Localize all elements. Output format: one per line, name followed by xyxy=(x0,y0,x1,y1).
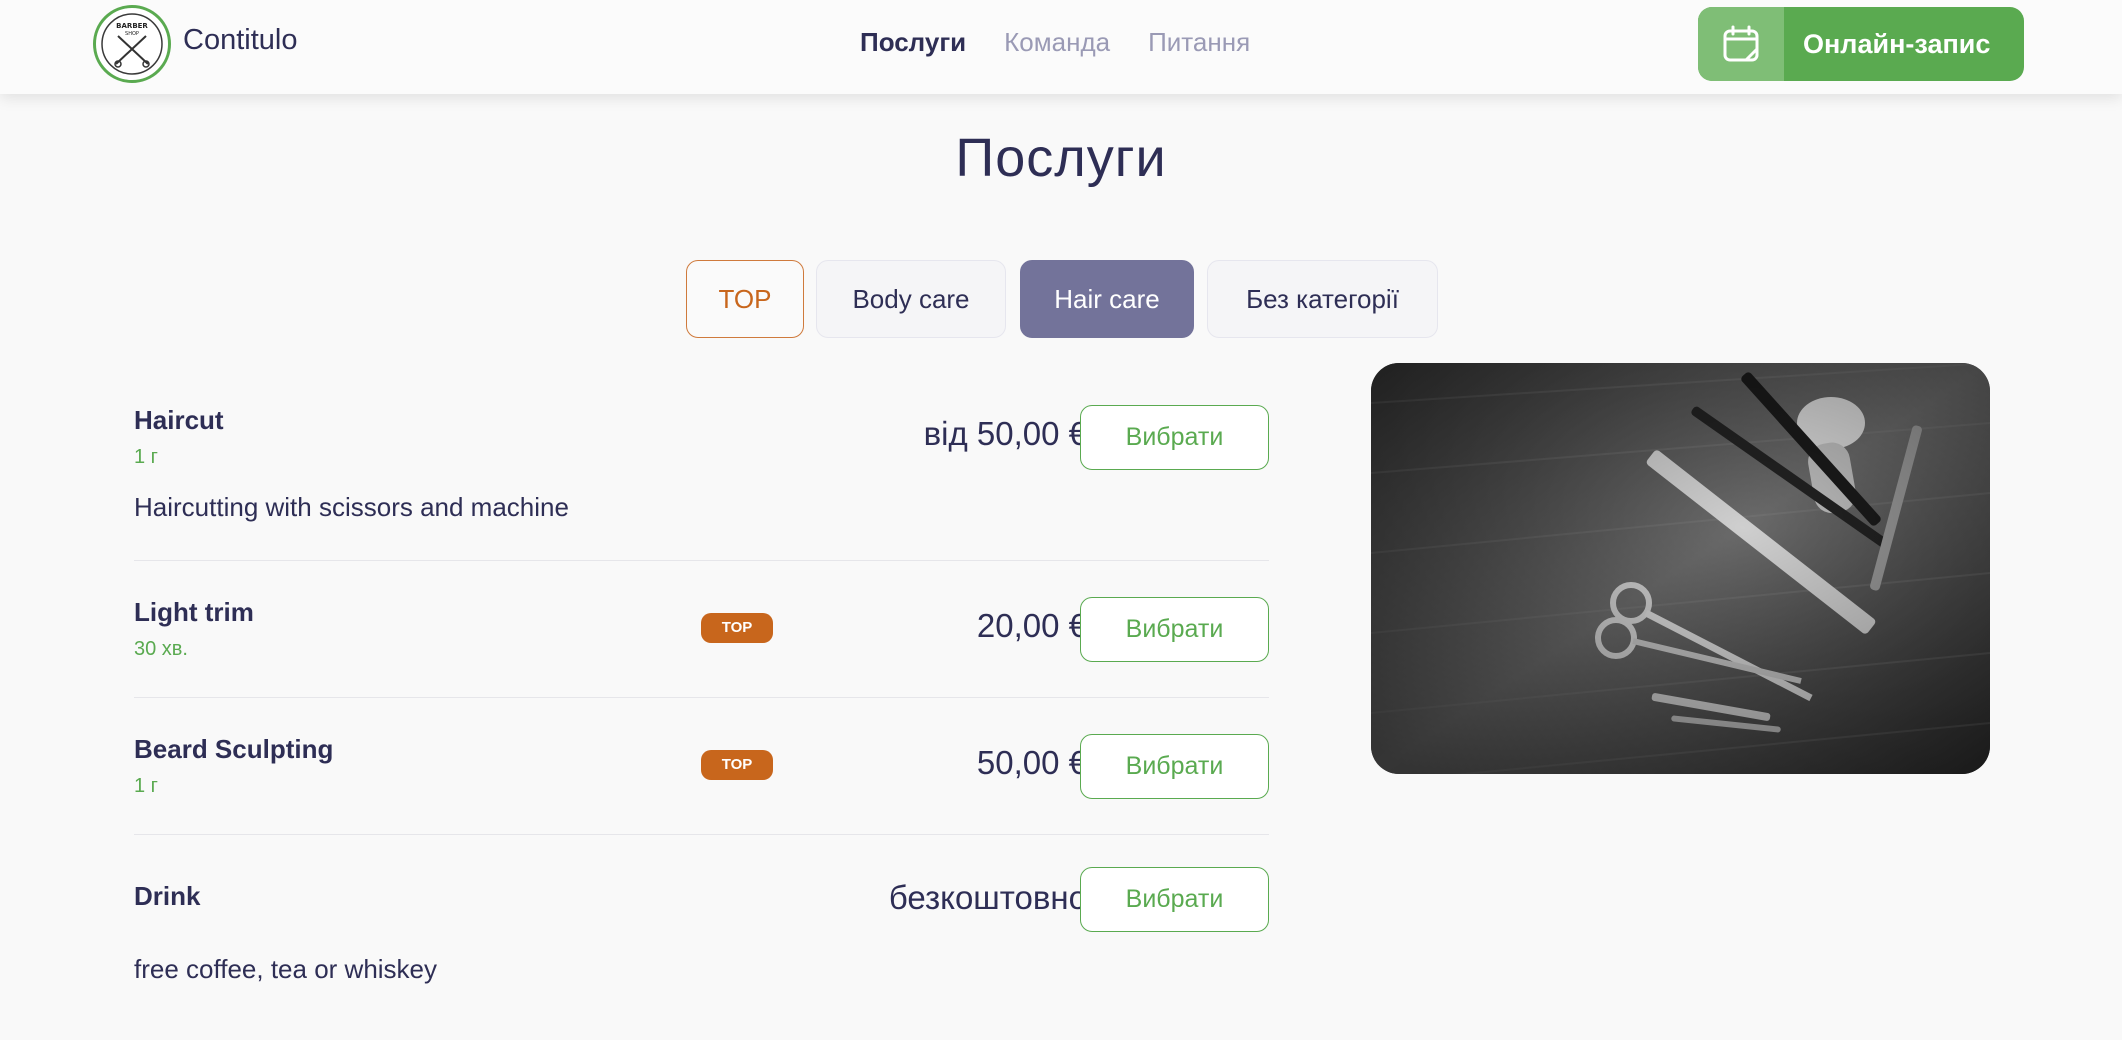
service-item-haircut: Haircut 1 г від 50,00 € Вибрати Haircutt… xyxy=(134,395,1269,545)
cta-label: Онлайн-запис xyxy=(1803,29,1991,59)
svg-text:SHOP: SHOP xyxy=(125,31,139,37)
service-item-beard-sculpting: Beard Sculpting 1 г TOP 50,00 € Вибрати xyxy=(134,724,1269,814)
barber-tools-photo xyxy=(1371,363,1990,774)
tab-top[interactable]: TOP xyxy=(686,260,804,338)
service-name: Drink xyxy=(134,881,201,911)
select-service-button[interactable]: Вибрати xyxy=(1080,734,1269,799)
service-duration: 1 г xyxy=(134,446,158,468)
brand-name[interactable]: Contitulo xyxy=(183,24,297,57)
service-price: безкоштовно xyxy=(888,879,1087,916)
tab-no-category[interactable]: Без категорії xyxy=(1207,260,1438,338)
service-description: free coffee, tea or whiskey xyxy=(134,954,438,984)
barbershop-logo[interactable]: BARBER SHOP xyxy=(93,5,171,83)
service-name: Light trim xyxy=(134,597,254,627)
tab-hair-care[interactable]: Hair care xyxy=(1020,260,1194,338)
nav-item-faq[interactable]: Питання xyxy=(1148,27,1250,58)
tab-body-care[interactable]: Body care xyxy=(816,260,1006,338)
calendar-icon xyxy=(1723,25,1759,62)
service-name: Haircut xyxy=(134,405,224,435)
service-item-drink: Drink безкоштовно Вибрати free coffee, t… xyxy=(134,857,1269,997)
service-item-light-trim: Light trim 30 хв. TOP 20,00 € Вибрати xyxy=(134,587,1269,677)
service-price: 50,00 € xyxy=(976,744,1087,781)
nav-item-team[interactable]: Команда xyxy=(1004,27,1110,58)
service-price: від 50,00 € xyxy=(923,415,1087,452)
service-price: 20,00 € xyxy=(976,607,1087,644)
top-badge: TOP xyxy=(701,750,773,780)
service-duration: 30 хв. xyxy=(134,638,188,660)
cta-icon-container xyxy=(1698,7,1784,81)
page-title: Послуги xyxy=(955,128,1167,188)
select-service-button[interactable]: Вибрати xyxy=(1080,405,1269,470)
main-nav: Послуги Команда Питання xyxy=(860,27,1250,58)
divider xyxy=(134,697,1269,698)
select-service-button[interactable]: Вибрати xyxy=(1080,867,1269,932)
service-description: Haircutting with scissors and machine xyxy=(134,492,569,522)
divider xyxy=(134,834,1269,835)
service-duration: 1 г xyxy=(134,775,158,797)
service-name: Beard Sculpting xyxy=(134,734,334,764)
svg-text:BARBER: BARBER xyxy=(116,22,148,30)
nav-item-services[interactable]: Послуги xyxy=(860,27,966,58)
site-header: BARBER SHOP Contitulo Послуги Команда Пи… xyxy=(0,0,2122,94)
divider xyxy=(134,560,1269,561)
online-booking-button[interactable]: Онлайн-запис xyxy=(1698,7,2024,81)
top-badge: TOP xyxy=(701,613,773,643)
select-service-button[interactable]: Вибрати xyxy=(1080,597,1269,662)
